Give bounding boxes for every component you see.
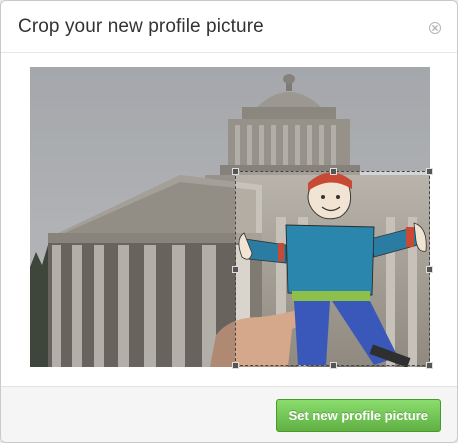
crop-handle-left[interactable] [232,266,239,273]
crop-image-area[interactable] [30,67,433,369]
dialog-title: Crop your new profile picture [18,16,264,37]
dialog-footer: Set new profile picture [1,386,457,442]
crop-handle-top-left[interactable] [232,168,239,175]
close-icon[interactable] [429,21,441,34]
dialog-body [1,53,457,387]
crop-handle-bottom-right[interactable] [426,362,433,369]
crop-handle-top-right[interactable] [426,168,433,175]
crop-handle-top[interactable] [330,168,337,175]
crop-handle-bottom-left[interactable] [232,362,239,369]
dialog-header: Crop your new profile picture [1,1,457,53]
crop-handle-bottom[interactable] [330,362,337,369]
set-profile-picture-button[interactable]: Set new profile picture [275,399,441,432]
crop-handle-right[interactable] [426,266,433,273]
crop-dialog: Crop your new profile picture Set new pr… [0,0,458,443]
crop-selection-box[interactable] [232,168,433,369]
